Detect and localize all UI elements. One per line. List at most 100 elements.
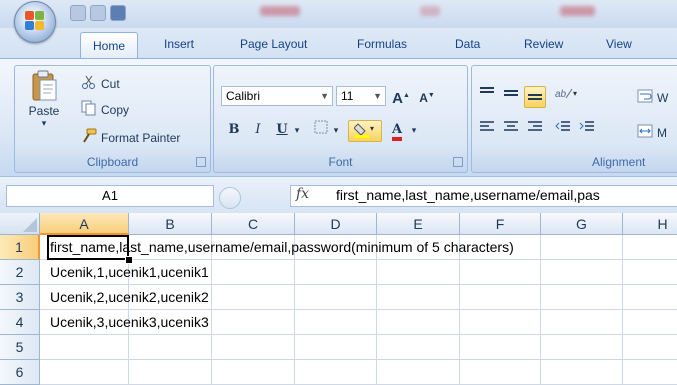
grid-cell[interactable]	[623, 285, 677, 310]
name-box[interactable]: A1 ▼	[6, 185, 231, 207]
paste-button[interactable]: Paste ▾	[21, 70, 67, 136]
row-header[interactable]: 1	[0, 235, 40, 260]
active-cell-a1[interactable]	[47, 235, 129, 260]
row-header[interactable]: 2	[0, 260, 40, 285]
format-painter-button[interactable]: Format Painter	[81, 128, 180, 147]
grid-cell[interactable]	[129, 335, 212, 360]
align-left-button[interactable]	[476, 120, 498, 140]
grid-cell[interactable]	[377, 260, 460, 285]
grid-cell[interactable]	[377, 310, 460, 335]
bottom-align-button[interactable]	[524, 86, 546, 108]
grid-cell[interactable]	[377, 285, 460, 310]
grid-cell[interactable]	[460, 335, 541, 360]
wrap-text-button[interactable]: W	[637, 89, 668, 106]
font-size-combo[interactable]: 11 ▼	[336, 86, 386, 106]
font-color-button[interactable]: A	[386, 120, 408, 141]
formula-cancel-icon[interactable]	[219, 187, 241, 209]
font-size-dropdown-icon[interactable]: ▼	[373, 87, 382, 105]
borders-button[interactable]	[310, 120, 332, 140]
grow-font-button[interactable]: A▲	[390, 86, 412, 107]
grid-cell[interactable]	[541, 285, 623, 310]
grid-cell[interactable]	[623, 260, 677, 285]
bold-button[interactable]: B	[223, 120, 245, 140]
grid-cell[interactable]	[377, 360, 460, 385]
column-header[interactable]: B	[129, 213, 212, 235]
tab-page-layout[interactable]: Page Layout	[240, 37, 307, 51]
grid-cell[interactable]	[40, 360, 129, 385]
grid-cell[interactable]	[40, 335, 129, 360]
select-all-corner[interactable]	[0, 213, 40, 235]
grid-cell[interactable]	[212, 360, 295, 385]
grid-cell[interactable]	[541, 235, 623, 260]
save-icon[interactable]	[110, 5, 126, 21]
office-button[interactable]	[14, 1, 56, 43]
undo-icon[interactable]	[70, 5, 86, 21]
align-right-button[interactable]	[524, 120, 546, 140]
grid-cell[interactable]	[295, 310, 377, 335]
column-header[interactable]: A	[40, 213, 129, 235]
fill-color-button[interactable]: ▾	[348, 120, 382, 142]
tab-review[interactable]: Review	[524, 37, 563, 51]
column-header[interactable]: F	[460, 213, 541, 235]
grid-cell[interactable]	[623, 235, 677, 260]
grid-cell[interactable]	[460, 360, 541, 385]
grid-cell[interactable]	[295, 260, 377, 285]
tab-data[interactable]: Data	[455, 37, 480, 51]
grid-cell[interactable]	[541, 260, 623, 285]
grid-cell[interactable]	[623, 360, 677, 385]
column-header[interactable]: H	[623, 213, 677, 235]
grid-cell[interactable]	[623, 310, 677, 335]
grid-cell[interactable]	[212, 260, 295, 285]
underline-button[interactable]: U	[271, 120, 293, 140]
decrease-indent-button[interactable]	[552, 120, 574, 140]
grid-cell[interactable]	[377, 335, 460, 360]
middle-align-button[interactable]	[500, 86, 522, 106]
insert-function-icon[interactable]: fx	[296, 186, 309, 202]
grid-cell[interactable]	[623, 335, 677, 360]
paste-dropdown-icon[interactable]: ▾	[42, 119, 47, 128]
grid-cell[interactable]	[541, 335, 623, 360]
row-header[interactable]: 6	[0, 360, 40, 385]
font-color-dropdown-icon[interactable]: ▾	[408, 120, 420, 140]
underline-dropdown-icon[interactable]: ▾	[291, 120, 303, 140]
tab-insert[interactable]: Insert	[164, 37, 194, 51]
increase-indent-button[interactable]	[576, 120, 598, 140]
grid-cell[interactable]	[129, 360, 212, 385]
font-launcher-icon[interactable]	[453, 157, 463, 167]
grid-cell[interactable]	[460, 285, 541, 310]
italic-button[interactable]: I	[247, 120, 269, 140]
grid-cell[interactable]	[212, 285, 295, 310]
font-name-dropdown-icon[interactable]: ▼	[320, 87, 329, 105]
copy-button[interactable]: Copy	[81, 100, 129, 119]
clipboard-launcher-icon[interactable]	[196, 157, 206, 167]
grid-cell[interactable]	[460, 310, 541, 335]
column-header[interactable]: G	[541, 213, 623, 235]
redo-icon[interactable]	[90, 5, 106, 21]
tab-formulas[interactable]: Formulas	[357, 37, 407, 51]
grid-cell[interactable]	[541, 310, 623, 335]
column-header[interactable]: C	[212, 213, 295, 235]
row-header[interactable]: 3	[0, 285, 40, 310]
grid-cell[interactable]	[295, 335, 377, 360]
grid-cell[interactable]	[212, 310, 295, 335]
grid-cell[interactable]	[295, 360, 377, 385]
grid-cell[interactable]	[460, 260, 541, 285]
column-header[interactable]: D	[295, 213, 377, 235]
shrink-font-button[interactable]: A▼	[416, 86, 438, 106]
fill-handle[interactable]	[125, 256, 133, 264]
cut-button[interactable]: Cut	[81, 74, 120, 93]
row-header[interactable]: 5	[0, 335, 40, 360]
font-name-combo[interactable]: Calibri ▼	[221, 86, 333, 106]
orientation-button[interactable]: ab ▾	[552, 86, 582, 106]
tab-view[interactable]: View	[606, 37, 632, 51]
row-header[interactable]: 4	[0, 310, 40, 335]
grid-cell[interactable]	[212, 335, 295, 360]
top-align-button[interactable]	[476, 86, 498, 106]
grid-cell[interactable]	[541, 360, 623, 385]
column-header[interactable]: E	[377, 213, 460, 235]
merge-button[interactable]: M	[637, 124, 667, 141]
borders-dropdown-icon[interactable]: ▾	[330, 120, 342, 140]
grid-cell[interactable]	[295, 285, 377, 310]
align-center-button[interactable]	[500, 120, 522, 140]
tab-home[interactable]: Home	[80, 32, 139, 58]
